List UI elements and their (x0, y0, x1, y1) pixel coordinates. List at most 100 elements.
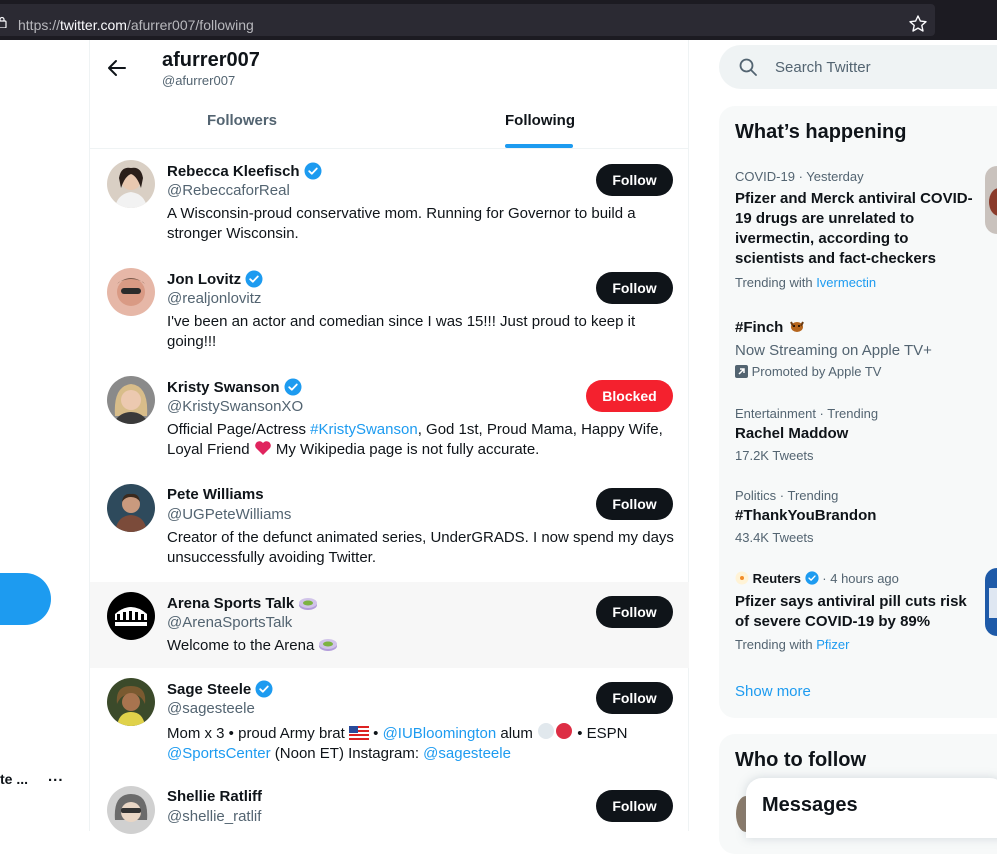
verified-badge-icon (284, 378, 302, 396)
tweet-button[interactable] (0, 573, 51, 625)
tab-following[interactable]: Following (505, 112, 575, 129)
user-handle[interactable]: @shellie_ratlif (167, 808, 261, 825)
follow-button[interactable]: Follow (596, 790, 673, 822)
verified-badge-icon (245, 270, 263, 288)
mention-link[interactable]: @IUBloomington (383, 725, 497, 742)
user-handle[interactable]: @KristySwansonXO (167, 398, 303, 415)
profile-handle: @afurrer007 (162, 73, 236, 88)
hashtag-link[interactable]: #KristySwanson (310, 421, 418, 438)
lock-icon (0, 16, 7, 28)
follow-button[interactable]: Follow (596, 682, 673, 714)
user-handle[interactable]: @RebeccaforReal (167, 182, 290, 199)
address-bar[interactable]: https://twitter.com/afurrer007/following (0, 4, 935, 36)
follow-button[interactable]: Follow (596, 272, 673, 304)
avatar[interactable] (107, 484, 155, 532)
back-arrow-icon[interactable] (107, 58, 127, 78)
user-cell[interactable]: Arena Sports Talk @ArenaSportsTalk Welco… (90, 582, 689, 668)
search-icon (739, 58, 757, 76)
messages-drawer[interactable]: Messages (746, 778, 997, 838)
trends-title: What’s happening (735, 121, 907, 143)
trend-title[interactable]: Pfizer and Merck antiviral COVID-19 drug… (735, 189, 975, 269)
tab-followers[interactable]: Followers (207, 112, 277, 129)
avatar[interactable] (107, 678, 155, 726)
main-column: afurrer007 @afurrer007 Followers Followi… (89, 40, 689, 834)
user-handle[interactable]: @sagesteele (167, 700, 255, 717)
user-bio: A Wisconsin-proud conservative mom. Runn… (167, 205, 636, 242)
user-name[interactable]: Shellie Ratliff (167, 788, 262, 805)
url-text: https://twitter.com/afurrer007/following (18, 17, 254, 33)
profile-header: afurrer007 @afurrer007 Followers Followi… (90, 40, 688, 149)
user-cell[interactable]: Sage Steele @sagesteele Mom x 3 • proud … (90, 668, 689, 776)
search-box[interactable]: Search Twitter (719, 45, 997, 89)
user-handle[interactable]: @realjonlovitz (167, 290, 261, 307)
avatar[interactable] (107, 160, 155, 208)
user-name[interactable]: Rebecca Kleefisch (167, 162, 322, 180)
dog-emoji-icon (789, 321, 804, 332)
trend-related: Trending with Pfizer (735, 637, 850, 652)
user-bio: Creator of the defunct animated series, … (167, 529, 674, 566)
user-cell[interactable]: Shellie Ratliff @shellie_ratlif Follow (90, 776, 689, 836)
profile-name: afurrer007 (162, 49, 260, 71)
trend-thumbnail[interactable] (985, 166, 997, 234)
trend-thumbnail[interactable] (985, 568, 997, 636)
promoted-label: Promoted by Apple TV (735, 364, 881, 379)
user-bio: I've been an actor and comedian since I … (167, 313, 636, 350)
stadium-emoji-icon (299, 598, 318, 610)
trend-subtitle: Now Streaming on Apple TV+ (735, 342, 932, 359)
user-name[interactable]: Pete Williams (167, 486, 264, 503)
bookmark-star-icon[interactable] (908, 14, 928, 34)
red-heart-icon (254, 441, 271, 455)
follow-button[interactable]: Follow (596, 488, 673, 520)
us-flag-icon (348, 726, 369, 740)
mention-link[interactable]: @sagesteele (423, 745, 511, 762)
avatar[interactable] (107, 376, 155, 424)
who-to-follow-title: Who to follow (735, 749, 867, 771)
active-tab-indicator (505, 144, 573, 148)
user-handle[interactable]: @ArenaSportsTalk (167, 614, 292, 631)
verified-badge-icon (805, 571, 819, 585)
user-name[interactable]: Sage Steele (167, 680, 273, 698)
show-more-link[interactable]: Show more (735, 683, 811, 700)
blocked-button[interactable]: Blocked (586, 380, 673, 412)
trend-count: 17.2K Tweets (735, 448, 814, 463)
browser-toolbar: https://twitter.com/afurrer007/following (0, 0, 997, 40)
trend-meta: Politics · Trending (735, 488, 839, 503)
verified-badge-icon (304, 162, 322, 180)
user-bio: Welcome to the Arena (167, 636, 677, 656)
red-circle-icon (556, 723, 573, 739)
trend-related-link[interactable]: Ivermectin (816, 275, 876, 290)
promoted-icon (735, 365, 748, 378)
mention-link[interactable]: @SportsCenter (167, 745, 271, 762)
trend-meta: COVID-19 · Yesterday (735, 169, 864, 184)
trend-related-link[interactable]: Pfizer (816, 637, 849, 652)
search-input[interactable]: Search Twitter (775, 59, 871, 76)
trend-count: 43.4K Tweets (735, 530, 814, 545)
white-circle-icon (538, 723, 555, 739)
account-name[interactable]: te ... (0, 771, 28, 787)
user-name[interactable]: Arena Sports Talk (167, 594, 318, 612)
stadium-emoji-icon (319, 639, 338, 651)
user-cell[interactable]: Pete Williams @UGPeteWilliams Creator of… (90, 474, 689, 582)
avatar[interactable] (107, 268, 155, 316)
trend-title[interactable]: Pfizer says antiviral pill cuts risk of … (735, 592, 975, 632)
user-cell[interactable]: Rebecca Kleefisch @RebeccaforReal A Wisc… (90, 150, 689, 258)
account-more-icon[interactable]: ... (48, 768, 64, 785)
follow-button[interactable]: Follow (596, 596, 673, 628)
verified-badge-icon (255, 680, 273, 698)
user-handle[interactable]: @UGPeteWilliams (167, 506, 291, 523)
reuters-logo-icon (735, 571, 749, 585)
trend-title[interactable]: #ThankYouBrandon (735, 506, 975, 526)
user-name[interactable]: Kristy Swanson (167, 378, 302, 396)
user-cell[interactable]: Kristy Swanson @KristySwansonXO Official… (90, 366, 689, 474)
trend-related: Trending with Ivermectin (735, 275, 877, 290)
follow-button[interactable]: Follow (596, 164, 673, 196)
trend-title[interactable]: #Finch (735, 318, 975, 338)
news-source: Reuters · 4 hours ago (735, 571, 899, 586)
user-bio: Mom x 3 • proud Army brat • @IUBloomingt… (167, 722, 677, 764)
trends-panel: What’s happening COVID-19 · Yesterday Pf… (719, 106, 997, 718)
user-cell[interactable]: Jon Lovitz @realjonlovitz I've been an a… (90, 258, 689, 366)
user-name[interactable]: Jon Lovitz (167, 270, 263, 288)
trend-title[interactable]: Rachel Maddow (735, 424, 975, 444)
avatar[interactable] (107, 592, 155, 640)
avatar[interactable] (107, 786, 155, 834)
